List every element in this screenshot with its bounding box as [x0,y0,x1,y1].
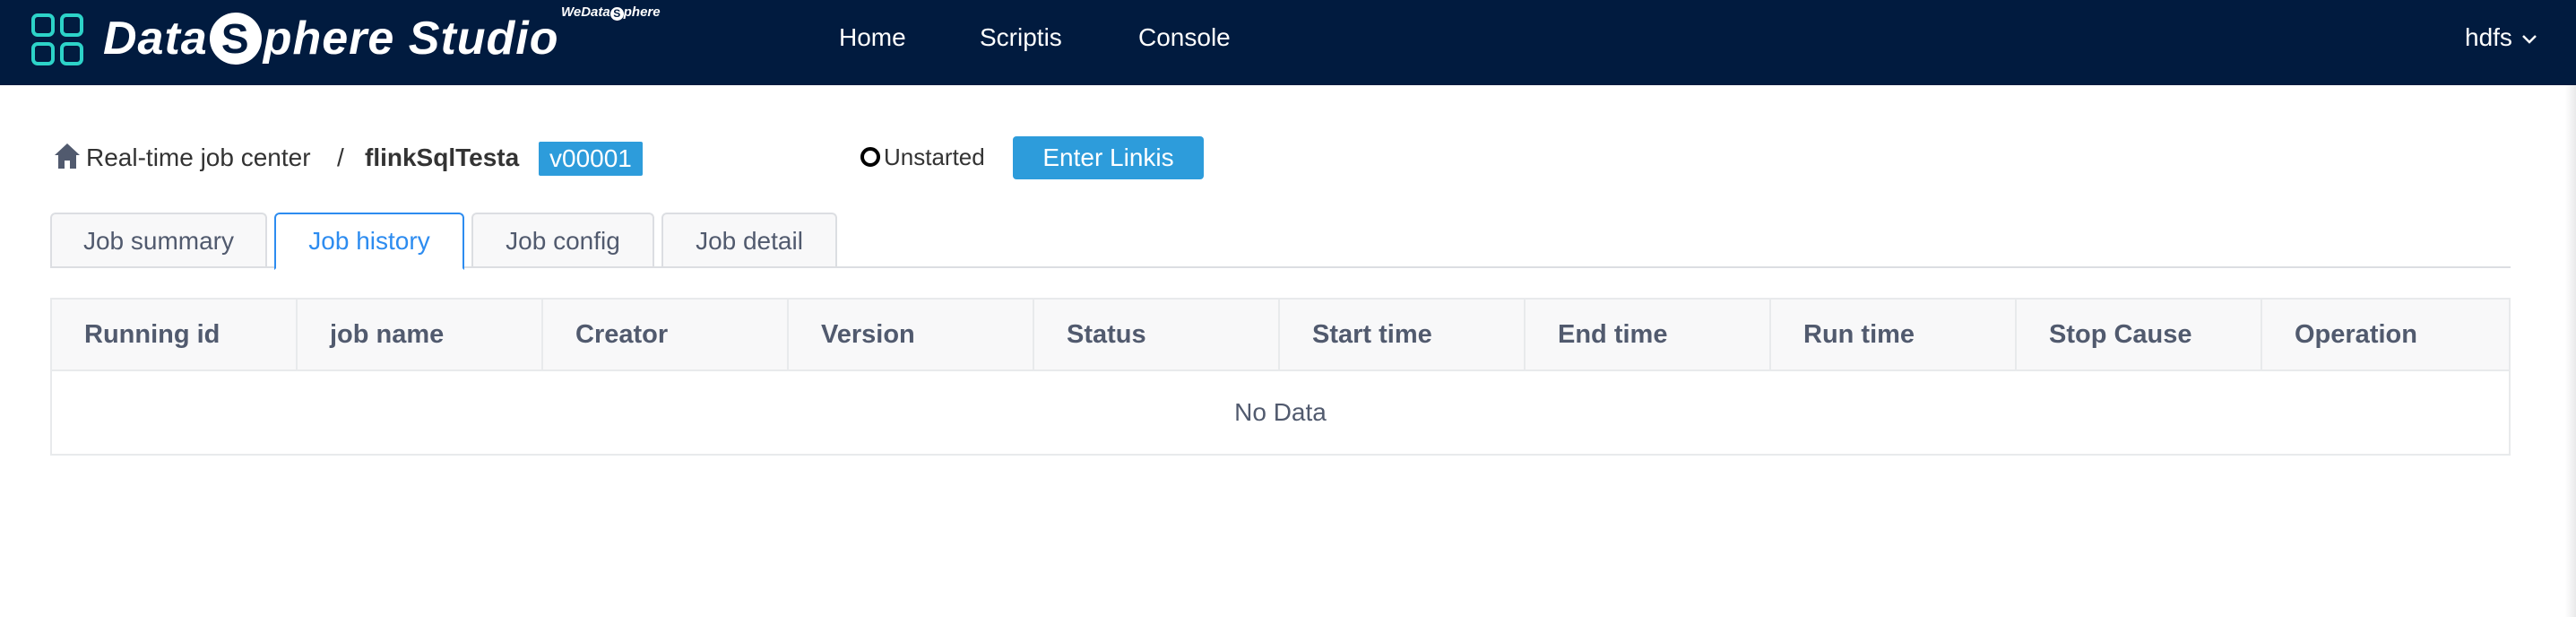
status-indicator-icon [860,147,880,167]
brand-name-prefix: Data [103,13,208,65]
nav-scriptis[interactable]: Scriptis [980,22,1062,54]
job-name-title: flinkSqlTesta [365,143,520,171]
nav-console[interactable]: Console [1138,22,1231,54]
top-navigation-bar: Data Sphere Studio WeData Sphere Home Scri… [0,0,2576,85]
column-version: Version [789,300,1034,369]
tab-job-config[interactable]: Job config [471,213,654,266]
breadcrumb-realtime-job-center[interactable]: Real-time job center [86,142,311,174]
brand-s-emblem: S [209,13,262,65]
column-creator: Creator [543,300,789,369]
column-end-time: End time [1526,300,1771,369]
version-badge: v00001 [539,142,643,176]
nav-home[interactable]: Home [839,22,906,54]
brand-logo[interactable]: Data Sphere Studio [103,7,559,70]
empty-table-message: No Data [1234,398,1327,426]
home-icon[interactable] [54,142,81,170]
column-job-name: job name [298,300,543,369]
enter-linkis-button[interactable]: Enter Linkis [1013,136,1204,179]
grid-logo-icon[interactable] [31,13,83,65]
tab-job-detail[interactable]: Job detail [661,213,837,266]
sub-brand-s-emblem: S [609,7,624,21]
job-history-table: Running id job name Creator Version Stat… [50,298,2511,456]
sub-brand-prefix: WeData [561,4,610,20]
user-name: hdfs [2465,23,2512,51]
page-scroll-edge [2565,85,2576,617]
column-status: Status [1034,300,1280,369]
column-stop-cause: Stop Cause [2017,300,2262,369]
tab-job-history[interactable]: Job history [274,213,464,270]
tab-job-summary[interactable]: Job summary [50,213,267,266]
column-operation: Operation [2295,320,2417,349]
brand-name-suffix: phere Studio [263,13,559,65]
sub-brand-label: WeData Sphere [561,4,661,21]
breadcrumb-separator: / [337,143,344,171]
column-start-time: Start time [1280,300,1526,369]
column-running-id: Running id [52,300,298,369]
table-header: Running id job name Creator Version Stat… [52,300,2509,371]
sub-brand-suffix: phere [623,4,661,20]
status-text: Unstarted [884,143,985,170]
chevron-down-icon [2522,34,2537,44]
user-menu[interactable]: hdfs [2465,22,2537,54]
column-run-time: Run time [1771,300,2017,369]
